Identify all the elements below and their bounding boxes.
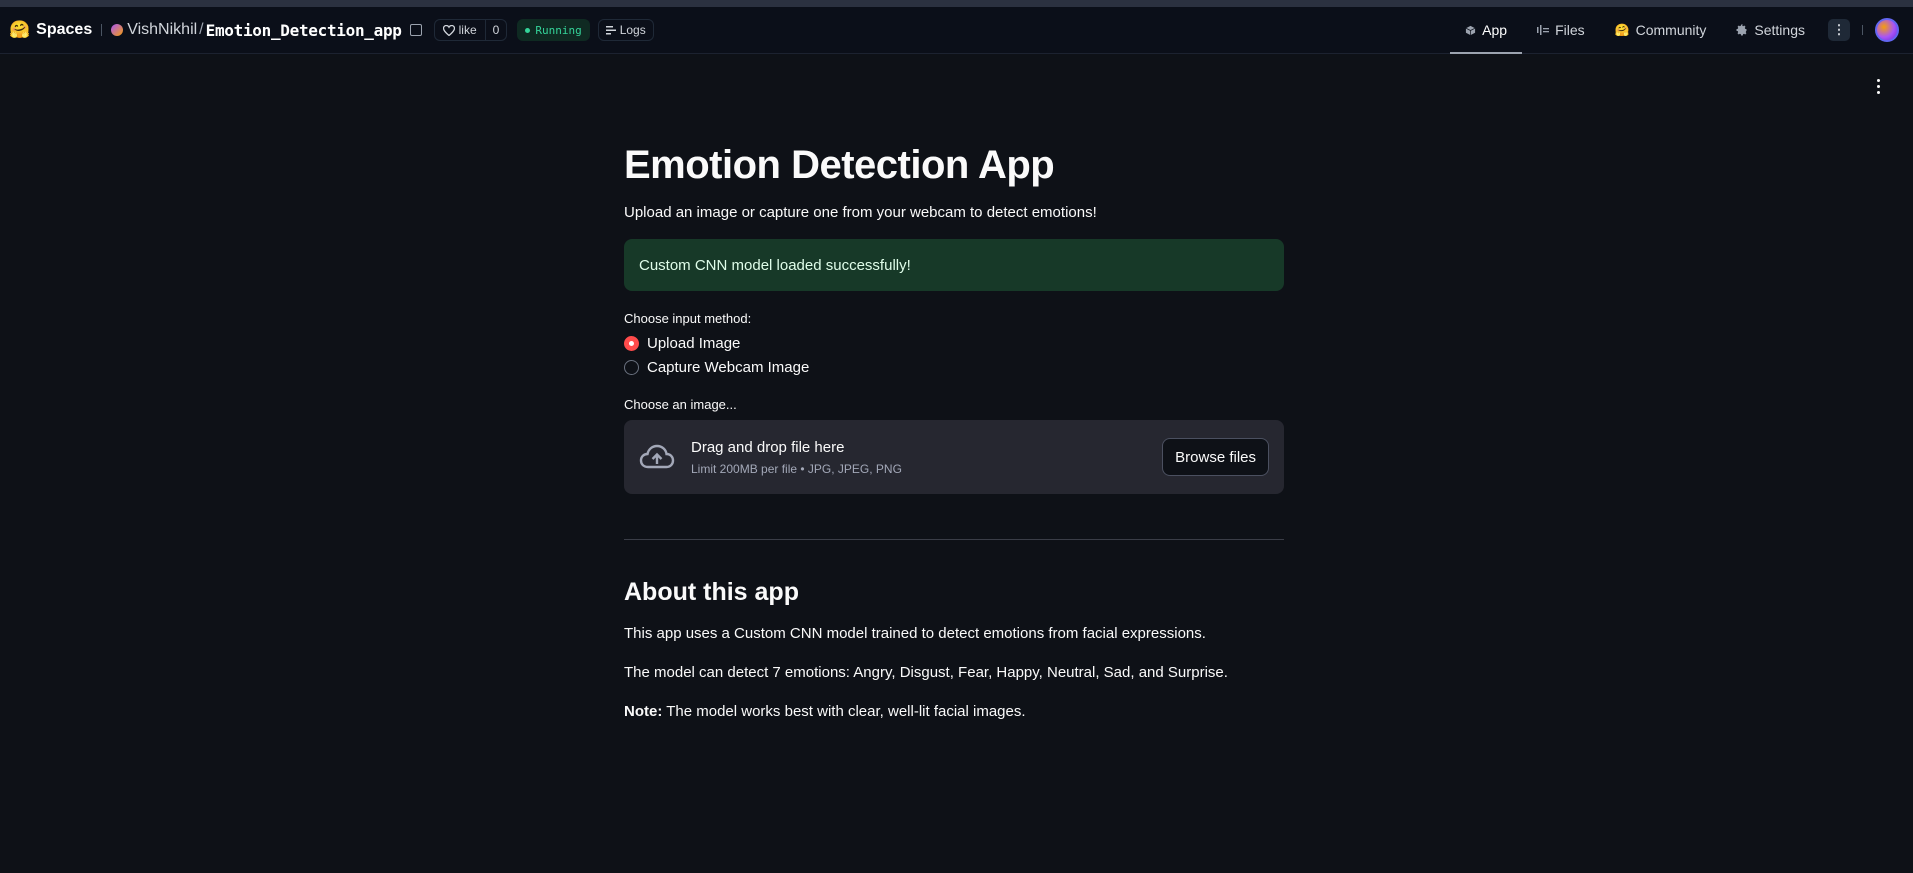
logs-label: Logs (619, 23, 646, 37)
header-divider (101, 24, 103, 36)
radio-upload-image[interactable]: Upload Image (624, 335, 1284, 352)
logs-button[interactable]: Logs (597, 19, 654, 41)
success-alert: Custom CNN model loaded successfully! (624, 239, 1284, 291)
status-badge[interactable]: Running (517, 19, 590, 41)
hf-header: 🤗 Spaces VishNikhil / Emotion_Detection_… (0, 7, 1913, 54)
gear-icon (1736, 24, 1747, 36)
owner-avatar (111, 24, 124, 36)
copy-icon[interactable] (409, 24, 422, 36)
tab-settings[interactable]: Settings (1721, 7, 1820, 53)
note-label: Note: (624, 703, 663, 720)
more-options-icon[interactable]: ⋮ (1828, 19, 1850, 41)
tab-community[interactable]: 🤗 Community (1600, 7, 1722, 53)
tab-files-label: Files (1555, 22, 1585, 38)
tab-settings-label: Settings (1754, 22, 1805, 38)
owner-link[interactable]: VishNikhil (127, 21, 197, 39)
spaces-link[interactable]: Spaces (36, 21, 92, 39)
cloud-upload-icon (639, 444, 675, 469)
tab-app[interactable]: App (1450, 7, 1523, 54)
page-subtitle: Upload an image or capture one from your… (624, 204, 1097, 221)
community-icon: 🤗 (1614, 23, 1630, 37)
user-avatar[interactable] (1875, 18, 1899, 42)
about-heading: About this app (624, 578, 799, 606)
like-label: like (458, 23, 477, 37)
browser-top-strip (0, 0, 1913, 7)
about-paragraph-1: This app uses a Custom CNN model trained… (624, 625, 1206, 642)
hugging-face-logo-icon[interactable]: 🤗 (9, 20, 30, 40)
radio-unselected-icon[interactable] (624, 360, 639, 375)
path-separator: / (199, 21, 204, 38)
status-dot-icon (525, 27, 531, 33)
radio-selected-icon[interactable] (624, 336, 639, 351)
dropzone-limits: Limit 200MB per file • JPG, JPEG, PNG (691, 461, 902, 476)
tab-app-label: App (1482, 22, 1508, 38)
browse-files-button[interactable]: Browse files (1162, 438, 1269, 476)
files-icon (1537, 25, 1550, 35)
section-divider (624, 539, 1284, 540)
page-title: Emotion Detection App (624, 143, 1055, 187)
radio-upload-label[interactable]: Upload Image (647, 335, 740, 352)
dropzone-title: Drag and drop file here (691, 438, 845, 456)
like-count: 0 (484, 20, 507, 40)
tab-community-label: Community (1635, 22, 1707, 38)
uploader-label: Choose an image... (624, 397, 737, 412)
file-dropzone[interactable]: Drag and drop file here Limit 200MB per … (624, 420, 1284, 494)
app-menu-icon[interactable] (1872, 76, 1884, 96)
like-button[interactable]: like 0 (433, 19, 508, 41)
header-divider-right (1862, 25, 1863, 35)
app-main: Emotion Detection App Upload an image or… (624, 138, 1284, 720)
repo-name-link[interactable]: Emotion_Detection_app (206, 21, 402, 40)
cube-icon (1465, 25, 1476, 35)
tab-files[interactable]: Files (1522, 7, 1600, 53)
heart-icon (442, 24, 455, 36)
success-message: Custom CNN model loaded successfully! (639, 256, 911, 274)
about-paragraph-2: The model can detect 7 emotions: Angry, … (624, 664, 1228, 681)
radio-capture-webcam[interactable]: Capture Webcam Image (624, 359, 1284, 376)
note-text: The model works best with clear, well-li… (662, 703, 1026, 720)
logs-icon (605, 25, 616, 34)
status-label: Running (535, 23, 582, 37)
radio-webcam-label[interactable]: Capture Webcam Image (647, 359, 809, 376)
input-method-label: Choose input method: (624, 311, 752, 326)
about-note: Note: The model works best with clear, w… (624, 703, 1284, 720)
